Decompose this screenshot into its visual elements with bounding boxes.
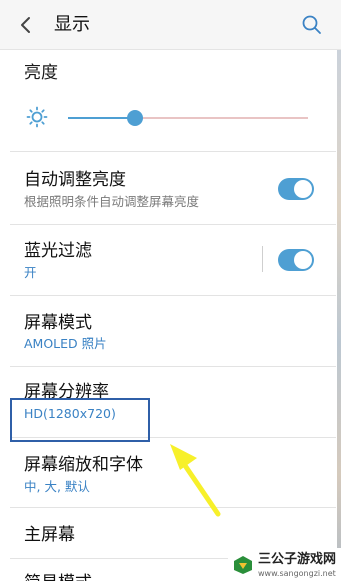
- divider: [10, 151, 336, 152]
- setting-subtitle: 开: [24, 265, 37, 280]
- brightness-slider[interactable]: [68, 110, 308, 126]
- background-edge: [337, 50, 341, 581]
- setting-subtitle: AMOLED 照片: [24, 336, 107, 351]
- slider-fill: [68, 117, 136, 119]
- watermark-url: www.sangongzi.net: [258, 569, 336, 578]
- watermark-logo: [234, 556, 252, 574]
- highlight-box: [10, 398, 150, 442]
- slider-thumb[interactable]: [127, 110, 144, 126]
- setting-subtitle: 根据照明条件自动调整屏幕亮度: [24, 194, 200, 209]
- setting-title: 简易模式: [24, 571, 92, 581]
- setting-title: 蓝光过滤: [24, 241, 92, 261]
- divider: [10, 224, 336, 225]
- setting-title: 屏幕缩放和字体: [24, 455, 143, 475]
- search-button[interactable]: [299, 12, 325, 38]
- vertical-divider: [262, 246, 263, 272]
- back-button[interactable]: [14, 12, 40, 38]
- toggle-knob: [294, 180, 312, 198]
- divider: [10, 366, 336, 367]
- chevron-left-icon: [21, 17, 30, 33]
- page-title: 显示: [54, 14, 90, 35]
- blue-light-filter-toggle[interactable]: [278, 249, 314, 271]
- toggle-knob: [294, 251, 312, 269]
- setting-subtitle: 中, 大, 默认: [24, 479, 90, 494]
- setting-title: 屏幕模式: [24, 313, 92, 333]
- brightness-title: 亮度: [24, 63, 58, 83]
- search-icon: [302, 15, 321, 34]
- auto-brightness-toggle[interactable]: [278, 178, 314, 200]
- setting-title: 自动调整亮度: [24, 170, 126, 190]
- watermark: 三公子游戏网 www.sangongzi.net: [228, 548, 341, 581]
- app-header: 显示: [0, 0, 341, 50]
- watermark-name: 三公子游戏网: [258, 552, 337, 567]
- sun-icon: [26, 106, 48, 128]
- setting-title: 主屏幕: [24, 525, 75, 545]
- divider: [10, 507, 336, 508]
- divider: [10, 295, 336, 296]
